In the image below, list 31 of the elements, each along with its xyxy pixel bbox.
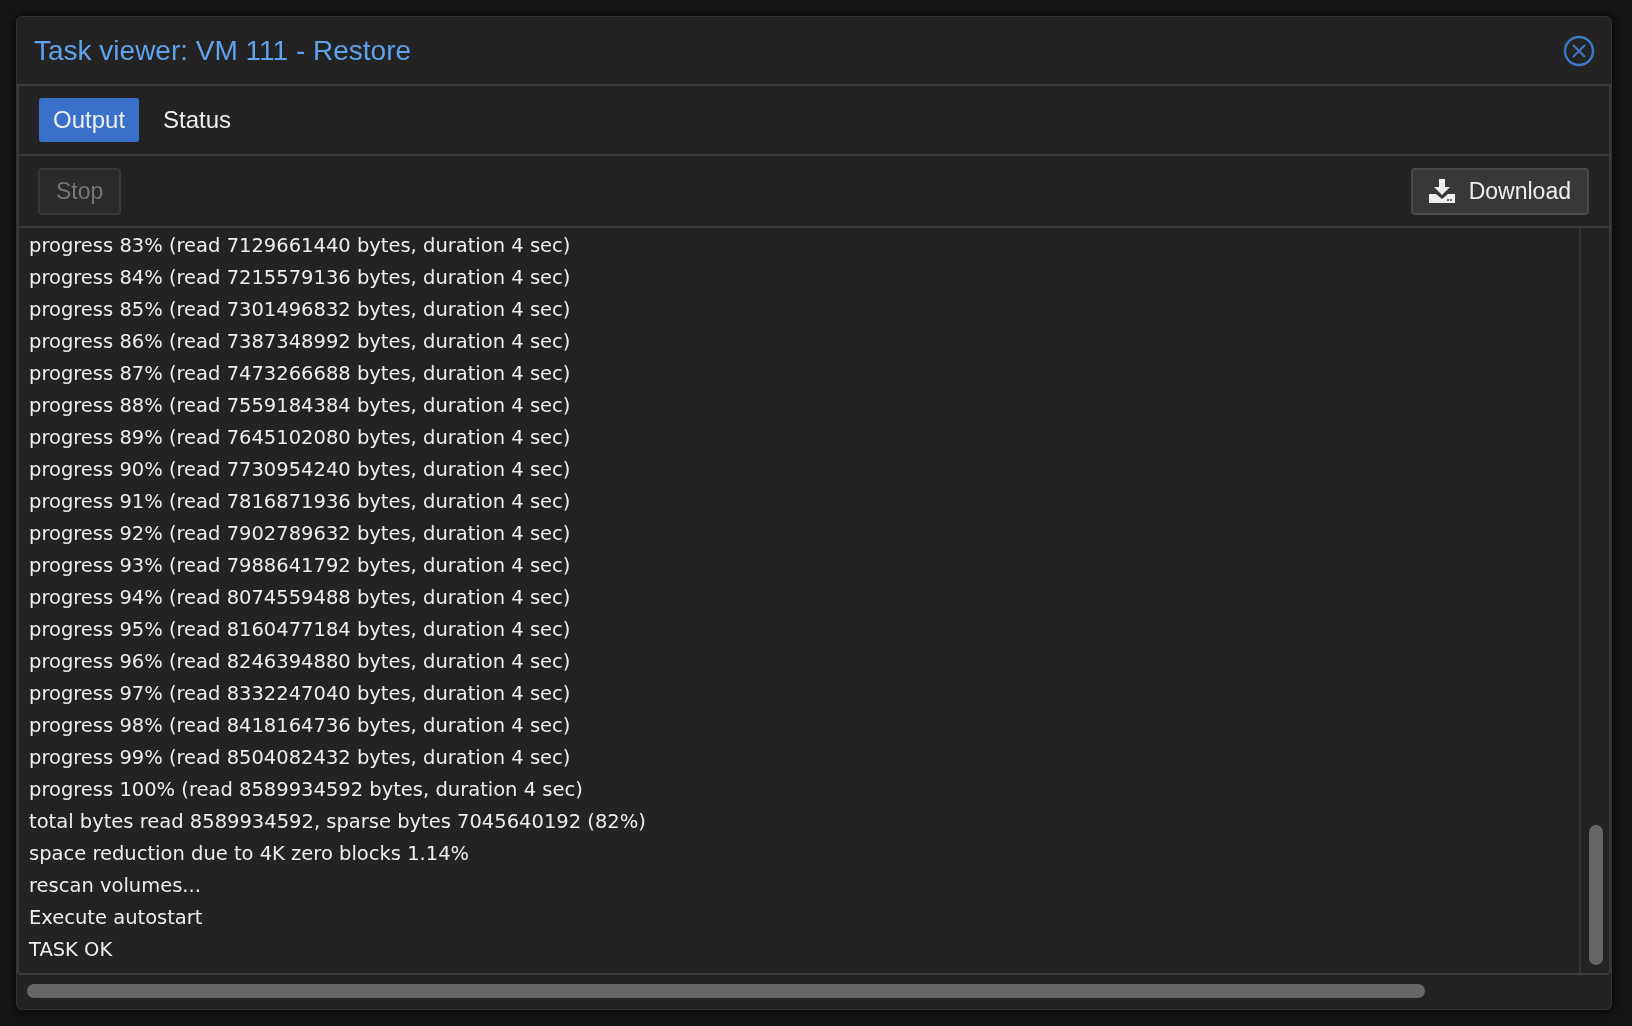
tab[interactable]: Output bbox=[39, 98, 140, 142]
download-button[interactable]: Download bbox=[1410, 167, 1589, 215]
log-line: progress 98% (read 8418164736 bytes, duration 4 sec) bbox=[29, 713, 572, 739]
log-line: progress 99% (read 8504082432 bytes, duration 4 sec) bbox=[29, 745, 572, 771]
download-icon bbox=[1428, 179, 1455, 203]
log-line: progress 87% (read 7473266688 bytes, duration 4 sec) bbox=[29, 361, 572, 387]
log-line: progress 83% (read 7129661440 bytes, duration 4 sec) bbox=[29, 233, 572, 259]
log-line: progress 85% (read 7301496832 bytes, duration 4 sec) bbox=[29, 297, 572, 323]
log-line: progress 95% (read 8160477184 bytes, duration 4 sec) bbox=[29, 617, 572, 643]
log-line: progress 86% (read 7387348992 bytes, duration 4 sec) bbox=[29, 329, 572, 355]
log-line: progress 97% (read 8332247040 bytes, duration 4 sec) bbox=[29, 681, 572, 707]
log-line: progress 100% (read 8589934592 bytes, duration 4 sec) bbox=[29, 777, 584, 803]
log-line: progress 84% (read 7215579136 bytes, duration 4 sec) bbox=[29, 265, 572, 291]
tab[interactable]: Status bbox=[149, 98, 246, 142]
log-line: progress 91% (read 7816871936 bytes, duration 4 sec) bbox=[29, 489, 572, 515]
log-line: space reduction due to 4K zero blocks 1.14% bbox=[29, 841, 471, 867]
log-line: progress 93% (read 7988641792 bytes, duration 4 sec) bbox=[29, 553, 572, 579]
log-line: progress 89% (read 7645102080 bytes, duration 4 sec) bbox=[29, 425, 572, 451]
window-title: Task viewer: VM 111 - Restore bbox=[34, 34, 412, 67]
close-icon[interactable] bbox=[1563, 34, 1595, 67]
log-line: progress 92% (read 7902789632 bytes, duration 4 sec) bbox=[29, 521, 572, 547]
log-line: total bytes read 8589934592, sparse bytes 7045640192 (82%) bbox=[29, 809, 647, 835]
log-line: Execute autostart bbox=[29, 905, 204, 931]
scrollbar-thumb[interactable] bbox=[1589, 825, 1603, 965]
log-line: progress 88% (read 7559184384 bytes, duration 4 sec) bbox=[29, 393, 572, 419]
log-line: rescan volumes... bbox=[29, 873, 202, 899]
log-line: progress 94% (read 8074559488 bytes, duration 4 sec) bbox=[29, 585, 572, 611]
log-line: progress 96% (read 8246394880 bytes, duration 4 sec) bbox=[29, 649, 572, 675]
log-line: progress 90% (read 7730954240 bytes, duration 4 sec) bbox=[29, 457, 572, 483]
log-line: TASK OK bbox=[29, 937, 114, 963]
scrollbar-thumb[interactable] bbox=[27, 984, 1425, 998]
